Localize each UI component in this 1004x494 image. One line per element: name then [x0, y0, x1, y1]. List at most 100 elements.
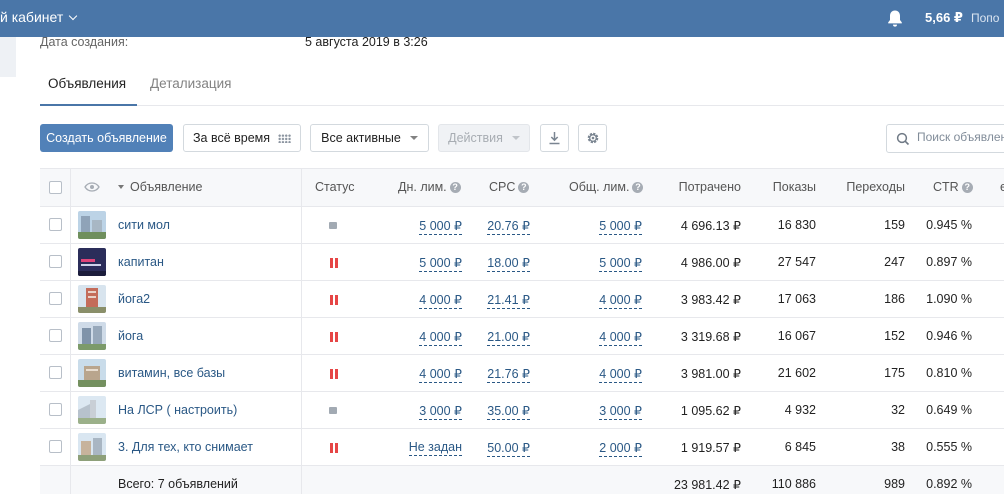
create-ad-button[interactable]: Создать объявление: [40, 124, 173, 152]
total-limit-cell[interactable]: 4 000 ₽: [560, 329, 642, 346]
row-checkbox[interactable]: [49, 218, 62, 231]
table-row[interactable]: йога 4 000 ₽ 21.00 ₽ 4 000 ₽ 3 319.68 ₽ …: [40, 318, 1004, 355]
cpc-cell[interactable]: 50.00 ₽: [470, 440, 530, 457]
ad-thumbnail[interactable]: [78, 211, 106, 239]
header-ctr[interactable]: CTR?: [933, 180, 973, 194]
daily-limit-cell[interactable]: 4 000 ₽: [382, 366, 462, 383]
status-paused-icon[interactable]: [330, 332, 339, 342]
cpc-cell[interactable]: 20.76 ₽: [470, 218, 530, 235]
ad-name[interactable]: витамин, все базы: [118, 366, 225, 380]
active-tab-underline: [40, 104, 137, 106]
settings-button[interactable]: [578, 124, 607, 152]
status-paused-icon[interactable]: [330, 443, 339, 453]
status-paused-icon[interactable]: [330, 258, 339, 268]
daily-limit-cell[interactable]: 4 000 ₽: [382, 329, 462, 346]
header-spent[interactable]: Потрачено: [640, 180, 741, 194]
table-row[interactable]: 3. Для тех, кто снимает Не задан 50.00 ₽…: [40, 429, 1004, 466]
header-total-limit[interactable]: Общ. лим.?: [569, 180, 644, 194]
ad-name[interactable]: капитан: [118, 255, 164, 269]
ads-table: Объявление Статус Дн. лим.? CPC? Общ. ли…: [40, 168, 1004, 494]
help-icon[interactable]: ?: [961, 182, 973, 193]
status-stopped-icon[interactable]: [329, 222, 337, 229]
row-checkbox[interactable]: [49, 292, 62, 305]
status-paused-icon[interactable]: [330, 295, 339, 305]
ad-thumbnail[interactable]: [78, 396, 106, 424]
help-icon[interactable]: ?: [518, 182, 530, 193]
row-checkbox[interactable]: [49, 440, 62, 453]
total-limit-cell[interactable]: 4 000 ₽: [560, 366, 642, 383]
row-checkbox[interactable]: [49, 329, 62, 342]
header-impressions[interactable]: Показы: [740, 180, 816, 194]
ad-thumbnail[interactable]: [78, 433, 106, 461]
total-label: Всего: 7 объявлений: [118, 477, 238, 491]
total-limit-cell[interactable]: 4 000 ₽: [560, 292, 642, 309]
row-checkbox[interactable]: [49, 366, 62, 379]
total-limit-cell[interactable]: 3 000 ₽: [560, 403, 642, 420]
cpc-cell[interactable]: 21.76 ₽: [470, 366, 530, 383]
created-label: Дата создания:: [40, 35, 129, 49]
cabinet-switcher[interactable]: й кабинет: [0, 9, 78, 25]
spent-cell: 3 983.42 ₽: [680, 293, 741, 307]
eye-icon[interactable]: [84, 182, 100, 192]
spent-cell: 3 319.68 ₽: [680, 330, 741, 344]
daily-limit-cell[interactable]: 4 000 ₽: [382, 292, 462, 309]
topup-link[interactable]: Попо: [971, 11, 999, 25]
impressions-cell: 27 547: [777, 255, 816, 269]
clicks-cell: 152: [884, 329, 905, 343]
table-row[interactable]: витамин, все базы 4 000 ₽ 21.76 ₽ 4 000 …: [40, 355, 1004, 392]
header-status[interactable]: Статус: [315, 180, 355, 194]
daily-limit-cell[interactable]: Не задан: [382, 440, 462, 456]
header-daily-limit[interactable]: Дн. лим.?: [398, 180, 461, 194]
status-filter-dropdown[interactable]: Все активные: [310, 124, 429, 152]
table-row[interactable]: сити мол 5 000 ₽ 20.76 ₽ 5 000 ₽ 4 696.1…: [40, 207, 1004, 244]
search-input[interactable]: [917, 130, 1004, 144]
select-all-checkbox[interactable]: [49, 181, 62, 194]
cpc-cell[interactable]: 35.00 ₽: [470, 403, 530, 420]
table-row[interactable]: На ЛСР ( настроить) 3 000 ₽ 35.00 ₽ 3 00…: [40, 392, 1004, 429]
actions-dropdown[interactable]: Действия: [438, 124, 530, 152]
impressions-cell: 17 063: [777, 292, 816, 306]
calendar-grid-icon: [278, 133, 292, 143]
total-limit-cell[interactable]: 5 000 ₽: [560, 218, 642, 235]
table-row[interactable]: капитан 5 000 ₽ 18.00 ₽ 5 000 ₽ 4 986.00…: [40, 244, 1004, 281]
chevron-down-icon: [511, 136, 520, 140]
status-stopped-icon[interactable]: [329, 407, 337, 414]
row-checkbox[interactable]: [49, 255, 62, 268]
daily-limit-cell[interactable]: 5 000 ₽: [382, 255, 462, 272]
period-label: За всё время: [192, 131, 271, 145]
ad-name[interactable]: 3. Для тех, кто снимает: [118, 440, 253, 454]
status-paused-icon[interactable]: [330, 369, 339, 379]
ad-thumbnail[interactable]: [78, 359, 106, 387]
ad-thumbnail[interactable]: [78, 285, 106, 313]
cpc-cell[interactable]: 18.00 ₽: [470, 255, 530, 272]
row-checkbox[interactable]: [49, 403, 62, 416]
header-cpc[interactable]: CPC?: [489, 180, 530, 194]
cpc-cell[interactable]: 21.00 ₽: [470, 329, 530, 346]
ad-name[interactable]: йога: [118, 329, 143, 343]
tab-ads[interactable]: Объявления: [48, 76, 126, 91]
actions-label: Действия: [448, 131, 503, 145]
ad-thumbnail[interactable]: [78, 248, 106, 276]
total-ctr: 0.892 %: [926, 477, 972, 491]
tab-details[interactable]: Детализация: [150, 76, 231, 91]
header-clicks[interactable]: Переходы: [830, 180, 905, 194]
download-button[interactable]: [540, 124, 569, 152]
search-box[interactable]: [886, 124, 1004, 153]
ctr-cell: 0.555 %: [926, 440, 972, 454]
impressions-cell: 21 602: [777, 366, 816, 380]
table-row[interactable]: йога2 4 000 ₽ 21.41 ₽ 4 000 ₽ 3 983.42 ₽…: [40, 281, 1004, 318]
ad-name[interactable]: На ЛСР ( настроить): [118, 403, 237, 417]
ad-thumbnail[interactable]: [78, 322, 106, 350]
daily-limit-cell[interactable]: 3 000 ₽: [382, 403, 462, 420]
total-limit-cell[interactable]: 2 000 ₽: [560, 440, 642, 457]
total-limit-cell[interactable]: 5 000 ₽: [560, 255, 642, 272]
ad-name[interactable]: йога2: [118, 292, 150, 306]
bell-icon[interactable]: [886, 9, 904, 28]
column-divider: [70, 168, 71, 494]
help-icon[interactable]: ?: [449, 182, 461, 193]
header-ad[interactable]: Объявление: [118, 180, 203, 194]
ad-name[interactable]: сити мол: [118, 218, 170, 232]
daily-limit-cell[interactable]: 5 000 ₽: [382, 218, 462, 235]
cpc-cell[interactable]: 21.41 ₽: [470, 292, 530, 309]
period-button[interactable]: За всё время: [183, 124, 301, 152]
